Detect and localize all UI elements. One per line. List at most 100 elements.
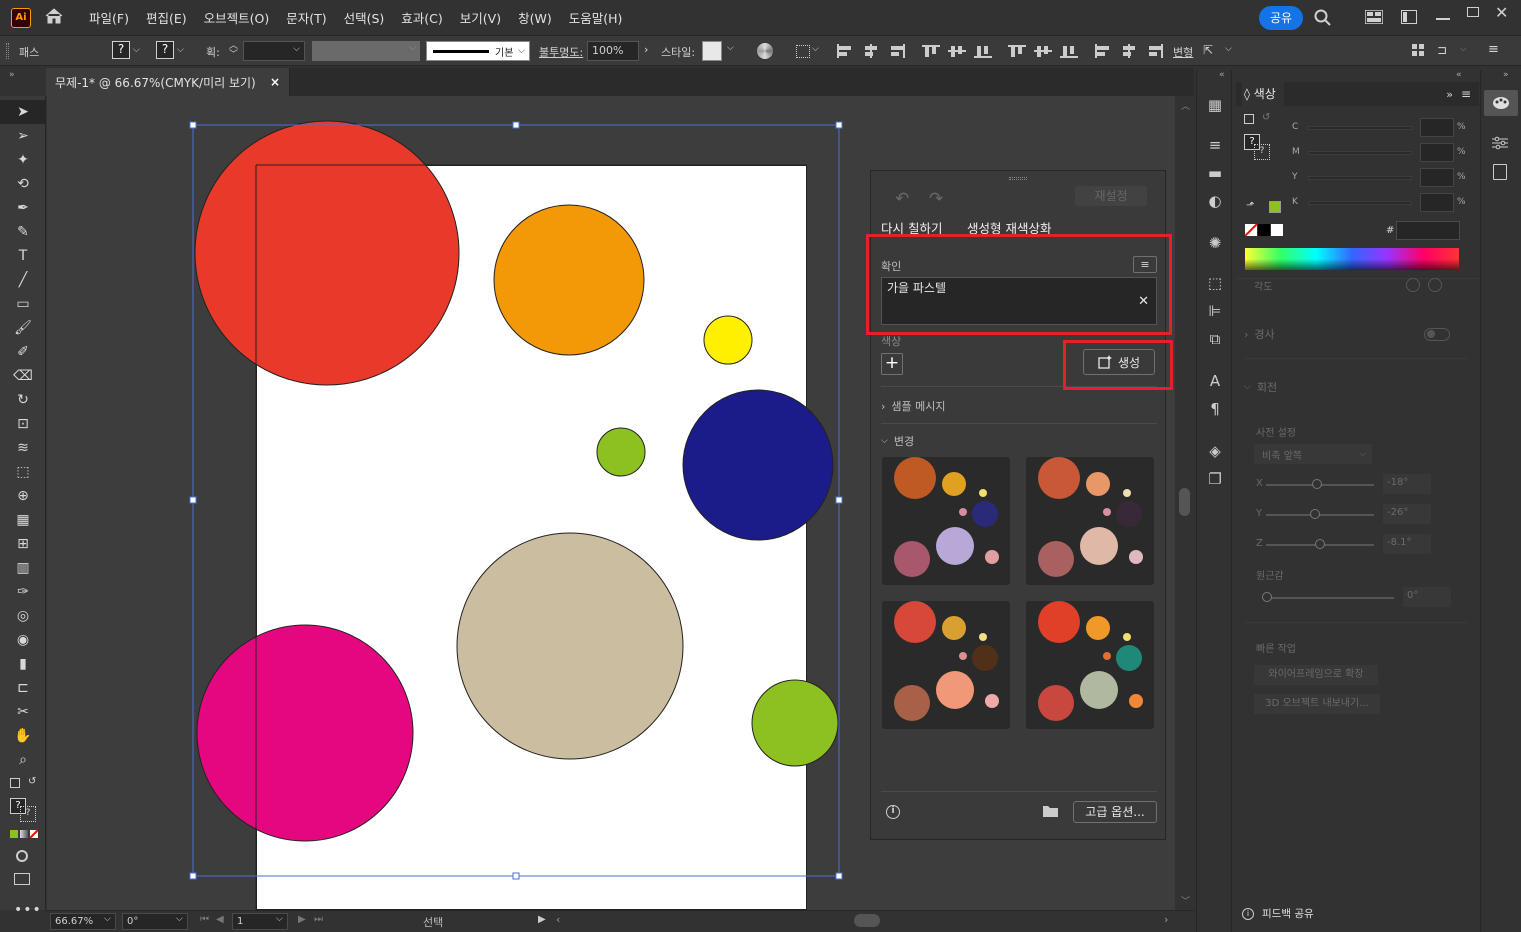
home-icon[interactable] [45, 8, 63, 27]
circle-green-large[interactable] [751, 679, 839, 767]
artboard-dropdown-icon[interactable]: ⌵ [276, 914, 283, 924]
axis-y-input[interactable]: -26° [1383, 504, 1431, 524]
preset-dropdown[interactable]: 비축 앞쪽 ⌵ [1254, 444, 1372, 464]
menu-item-2[interactable]: 오브젝트(O) [204, 8, 270, 27]
column-graph-tool-icon[interactable]: ▮ [0, 652, 46, 676]
dist-top-icon[interactable] [1008, 44, 1026, 58]
channel-y-input[interactable] [1420, 168, 1454, 187]
expand-wireframe-button[interactable]: 와이어프레임으로 확장 [1254, 665, 1378, 685]
gradient-panel-icon[interactable]: ▬ [1198, 160, 1232, 186]
align-panel-icon[interactable]: ⊫ [1198, 298, 1232, 324]
workspace-layout-icon[interactable] [1364, 9, 1384, 27]
artboard-tool-icon[interactable]: ⊏ [0, 676, 46, 700]
panel-collapse-icon[interactable]: « [1456, 70, 1462, 80]
dist-left-icon[interactable] [1094, 44, 1112, 58]
menu-item-5[interactable]: 효과(C) [401, 8, 442, 27]
add-color-button[interactable]: + [881, 353, 903, 375]
advanced-options-button[interactable]: 고급 옵션... [1073, 801, 1157, 823]
color-spectrum[interactable] [1245, 248, 1459, 270]
channel-k-slider[interactable] [1308, 201, 1412, 205]
align-to-icon[interactable] [796, 45, 810, 58]
recolor-icon[interactable] [757, 43, 773, 59]
zoom-dropdown-icon[interactable]: ⌵ [104, 914, 111, 924]
color-panel-menu-icon[interactable]: ≡ [1461, 87, 1471, 101]
warp-tool-icon[interactable]: ≋ [0, 436, 46, 460]
opacity-input[interactable]: 100% [587, 41, 639, 61]
search-icon[interactable] [1314, 9, 1332, 30]
circle-green-small[interactable] [596, 427, 646, 477]
variation-thumbnail-1[interactable] [882, 457, 1010, 585]
channel-c-input[interactable] [1420, 118, 1454, 137]
arrange-documents-icon[interactable] [1412, 44, 1424, 59]
last-color-swatch[interactable] [1269, 201, 1281, 213]
shaper-tool-icon[interactable]: ✐ [0, 340, 46, 364]
swap-arrow-icon[interactable]: ↺ [28, 776, 36, 787]
selection-tool-icon[interactable]: ➤ [0, 100, 46, 124]
circle-navy[interactable] [682, 389, 834, 541]
fill-dropdown-icon[interactable]: ⌵ [133, 45, 140, 55]
variable-width-profile[interactable]: ⌵ [312, 41, 420, 61]
status-menu-arrow-icon[interactable]: ▶ [538, 914, 546, 925]
stroke-panel-icon[interactable]: ≡ [1198, 132, 1232, 158]
axis-x-knob[interactable] [1312, 479, 1322, 489]
libraries-panel-icon[interactable] [1493, 164, 1507, 180]
vertical-scroll-thumb[interactable] [1179, 488, 1190, 516]
align-left-icon[interactable] [836, 44, 854, 58]
panel-toggle-icon[interactable]: ⊐ [1437, 43, 1447, 57]
scroll-right-icon[interactable]: › [1164, 913, 1168, 926]
menu-item-8[interactable]: 도움말(H) [569, 8, 623, 27]
taper-toggle[interactable] [1424, 328, 1450, 341]
rotation-dropdown-icon[interactable]: ⌵ [176, 914, 183, 924]
align-hcenter-icon[interactable] [862, 44, 880, 58]
hex-input[interactable] [1396, 221, 1460, 240]
align-to-dropdown-icon[interactable]: ⌵ [812, 44, 819, 54]
panel-grip[interactable] [1009, 177, 1027, 180]
next-artboard-icon[interactable]: ▶ [298, 914, 306, 925]
align-right-icon[interactable] [888, 44, 906, 58]
rotation-section[interactable]: ⌵ 회전 [1244, 379, 1277, 395]
perspective-grid-tool-icon[interactable]: ▦ [0, 508, 46, 532]
strip-collapse-icon[interactable]: « [1219, 70, 1225, 80]
control-menu-icon[interactable]: ≡ [1488, 42, 1499, 57]
strip-expand-icon[interactable]: » [1503, 70, 1509, 80]
transparency-panel-icon[interactable]: ◐ [1198, 188, 1232, 214]
zoom-tool-icon[interactable]: ⌕ [0, 748, 46, 772]
circle-tan[interactable] [456, 532, 684, 760]
menu-item-4[interactable]: 선택(S) [344, 8, 385, 27]
dist-right-icon[interactable] [1146, 44, 1164, 58]
transform-label[interactable]: 변형 [1173, 44, 1193, 60]
color-panel-tab[interactable]: ◊ 색상 [1242, 82, 1284, 106]
white-swatch[interactable] [1271, 224, 1283, 236]
stroke-weight-input[interactable]: ⌵ [243, 41, 305, 61]
more-options-dropdown-icon[interactable]: ⌵ [1225, 44, 1232, 54]
menu-item-7[interactable]: 창(W) [518, 8, 552, 27]
type-tool-icon[interactable]: T [0, 244, 46, 268]
mini-swap-icon[interactable]: ↺ [1262, 112, 1270, 123]
menu-item-6[interactable]: 보기(V) [460, 8, 501, 27]
undo-icon[interactable]: ↶ [895, 189, 909, 209]
panel-dropdown-icon[interactable]: ⌵ [1460, 44, 1467, 54]
circle-magenta[interactable] [196, 624, 414, 842]
scale-tool-icon[interactable]: ⊡ [0, 412, 46, 436]
stroke-dropdown-icon[interactable]: ⌵ [177, 45, 184, 55]
fill-stroke-swap-icon[interactable] [10, 778, 20, 788]
screen-mode-icon[interactable] [14, 873, 30, 885]
color-stroke-swatch[interactable]: ? [1254, 144, 1270, 160]
paragraph-panel-icon[interactable]: ¶ [1198, 396, 1232, 422]
fill-swatch[interactable]: ? [112, 41, 130, 59]
close-tab-icon[interactable]: × [270, 75, 280, 89]
graphic-style-swatch[interactable] [702, 41, 722, 61]
blend-tool-icon[interactable]: ◎ [0, 604, 46, 628]
direct-selection-tool-icon[interactable]: ➢ [0, 124, 46, 148]
circle-red[interactable] [194, 120, 460, 386]
variations-toggle[interactable]: ⌵ 변경 [881, 433, 914, 449]
align-vcenter-icon[interactable] [948, 44, 966, 58]
toolbar-collapse-icon[interactable]: » [9, 70, 15, 80]
first-artboard-icon[interactable]: ⏮ [200, 914, 209, 925]
circle-yellow[interactable] [703, 315, 753, 365]
arrange-icon[interactable] [1401, 10, 1417, 27]
close-button[interactable]: ✕ [1495, 3, 1508, 22]
channel-y-slider[interactable] [1308, 176, 1412, 180]
magic-wand-tool-icon[interactable]: ✦ [0, 148, 46, 172]
drawing-mode-icon[interactable] [16, 850, 28, 862]
